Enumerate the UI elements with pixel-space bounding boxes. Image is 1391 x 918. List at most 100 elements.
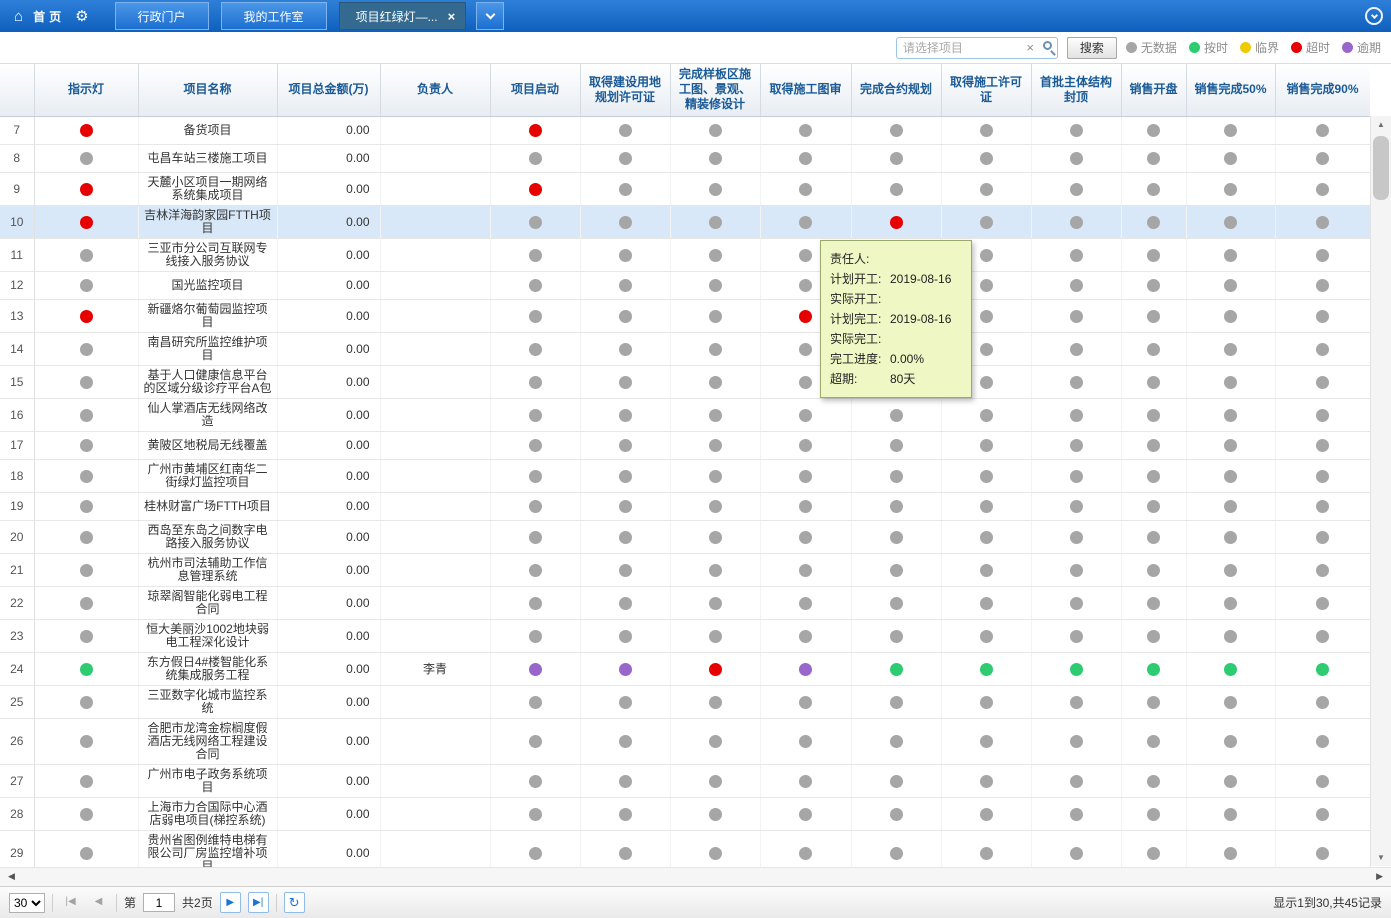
status-dot[interactable]: [619, 310, 632, 323]
milestone-cell[interactable]: [1031, 831, 1121, 867]
project-name-cell[interactable]: 备货项目: [138, 117, 277, 145]
status-dot[interactable]: [980, 249, 993, 262]
table-row[interactable]: 7备货项目0.00: [0, 117, 1370, 145]
milestone-cell[interactable]: [851, 399, 941, 432]
milestone-cell[interactable]: [1121, 460, 1186, 493]
status-dot[interactable]: [80, 531, 93, 544]
milestone-cell[interactable]: [760, 173, 851, 206]
home-icon[interactable]: ⌂: [14, 9, 23, 24]
status-dot[interactable]: [1316, 775, 1329, 788]
status-dot[interactable]: [1147, 808, 1160, 821]
milestone-cell[interactable]: [760, 587, 851, 620]
status-dot[interactable]: [1224, 279, 1237, 292]
status-dot[interactable]: [1224, 630, 1237, 643]
status-dot[interactable]: [80, 564, 93, 577]
milestone-cell[interactable]: [670, 399, 760, 432]
milestone-cell[interactable]: [490, 272, 580, 300]
col-header-3[interactable]: 负责人: [380, 64, 490, 116]
status-dot[interactable]: [1224, 124, 1237, 137]
col-header-2[interactable]: 项目总金额(万): [277, 64, 380, 116]
milestone-cell[interactable]: [1031, 460, 1121, 493]
milestone-cell[interactable]: [1275, 206, 1370, 239]
status-dot[interactable]: [80, 279, 93, 292]
status-dot[interactable]: [1316, 696, 1329, 709]
milestone-cell[interactable]: [1121, 521, 1186, 554]
milestone-cell[interactable]: [580, 686, 670, 719]
status-dot[interactable]: [529, 808, 542, 821]
status-dot[interactable]: [980, 216, 993, 229]
table-row[interactable]: 19桂林财富广场FTTH项目0.00: [0, 493, 1370, 521]
status-dot[interactable]: [709, 310, 722, 323]
page-number-input[interactable]: [143, 893, 175, 912]
status-dot[interactable]: [1224, 847, 1237, 860]
milestone-cell[interactable]: [1275, 460, 1370, 493]
status-dot[interactable]: [1224, 663, 1237, 676]
milestone-cell[interactable]: [670, 206, 760, 239]
milestone-cell[interactable]: [1186, 554, 1275, 587]
milestone-cell[interactable]: [1275, 620, 1370, 653]
status-dot[interactable]: [1316, 343, 1329, 356]
milestone-cell[interactable]: [1121, 206, 1186, 239]
milestone-cell[interactable]: [1275, 493, 1370, 521]
col-header-11[interactable]: 销售开盘: [1121, 64, 1186, 116]
status-dot[interactable]: [799, 531, 812, 544]
milestone-cell[interactable]: [1275, 366, 1370, 399]
project-name-cell[interactable]: 恒大美丽沙1002地块弱电工程深化设计: [138, 620, 277, 653]
milestone-cell[interactable]: [1121, 432, 1186, 460]
milestone-cell[interactable]: [1186, 460, 1275, 493]
milestone-cell[interactable]: [670, 554, 760, 587]
milestone-cell[interactable]: [490, 620, 580, 653]
status-dot[interactable]: [980, 279, 993, 292]
milestone-cell[interactable]: [760, 145, 851, 173]
milestone-cell[interactable]: [851, 798, 941, 831]
project-name-cell[interactable]: 基于人口健康信息平台的区域分级诊疗平台A包: [138, 366, 277, 399]
status-dot[interactable]: [890, 531, 903, 544]
table-row[interactable]: 23恒大美丽沙1002地块弱电工程深化设计0.00: [0, 620, 1370, 653]
milestone-cell[interactable]: [760, 686, 851, 719]
milestone-cell[interactable]: [1275, 653, 1370, 686]
milestone-cell[interactable]: [941, 145, 1031, 173]
milestone-cell[interactable]: [1275, 521, 1370, 554]
status-dot[interactable]: [980, 343, 993, 356]
milestone-cell[interactable]: [1121, 493, 1186, 521]
status-dot[interactable]: [1316, 124, 1329, 137]
table-row[interactable]: 15基于人口健康信息平台的区域分级诊疗平台A包0.00: [0, 366, 1370, 399]
indicator-cell[interactable]: [34, 719, 138, 765]
status-dot[interactable]: [80, 343, 93, 356]
milestone-cell[interactable]: [1121, 798, 1186, 831]
horizontal-scrollbar[interactable]: ◀ ▶: [0, 867, 1391, 886]
project-name-cell[interactable]: 杭州市司法辅助工作信息管理系统: [138, 554, 277, 587]
milestone-cell[interactable]: [1121, 399, 1186, 432]
vertical-scrollbar[interactable]: ▲ ▼: [1370, 116, 1391, 866]
status-dot[interactable]: [1147, 847, 1160, 860]
status-dot[interactable]: [890, 696, 903, 709]
milestone-cell[interactable]: [670, 272, 760, 300]
milestone-cell[interactable]: [490, 145, 580, 173]
milestone-cell[interactable]: [1031, 333, 1121, 366]
col-header-6[interactable]: 完成样板区施工图、景观、精装修设计: [670, 64, 760, 116]
clear-icon[interactable]: ×: [1026, 40, 1034, 55]
status-dot[interactable]: [1147, 343, 1160, 356]
milestone-cell[interactable]: [490, 587, 580, 620]
table-row[interactable]: 8屯昌车站三楼施工项目0.00: [0, 145, 1370, 173]
status-dot[interactable]: [980, 152, 993, 165]
project-name-cell[interactable]: 桂林财富广场FTTH项目: [138, 493, 277, 521]
milestone-cell[interactable]: [851, 117, 941, 145]
status-dot[interactable]: [1070, 409, 1083, 422]
milestone-cell[interactable]: [1186, 620, 1275, 653]
status-dot[interactable]: [619, 343, 632, 356]
status-dot[interactable]: [529, 696, 542, 709]
status-dot[interactable]: [709, 249, 722, 262]
status-dot[interactable]: [1147, 564, 1160, 577]
status-dot[interactable]: [1070, 124, 1083, 137]
status-dot[interactable]: [709, 152, 722, 165]
status-dot[interactable]: [529, 531, 542, 544]
tab-dropdown-button[interactable]: [476, 2, 504, 30]
milestone-cell[interactable]: [1121, 239, 1186, 272]
col-header-5[interactable]: 取得建设用地规划许可证: [580, 64, 670, 116]
table-row[interactable]: 16仙人掌酒店无线网络改造0.00: [0, 399, 1370, 432]
indicator-cell[interactable]: [34, 239, 138, 272]
status-dot[interactable]: [980, 439, 993, 452]
milestone-cell[interactable]: [1121, 173, 1186, 206]
table-row[interactable]: 21杭州市司法辅助工作信息管理系统0.00: [0, 554, 1370, 587]
